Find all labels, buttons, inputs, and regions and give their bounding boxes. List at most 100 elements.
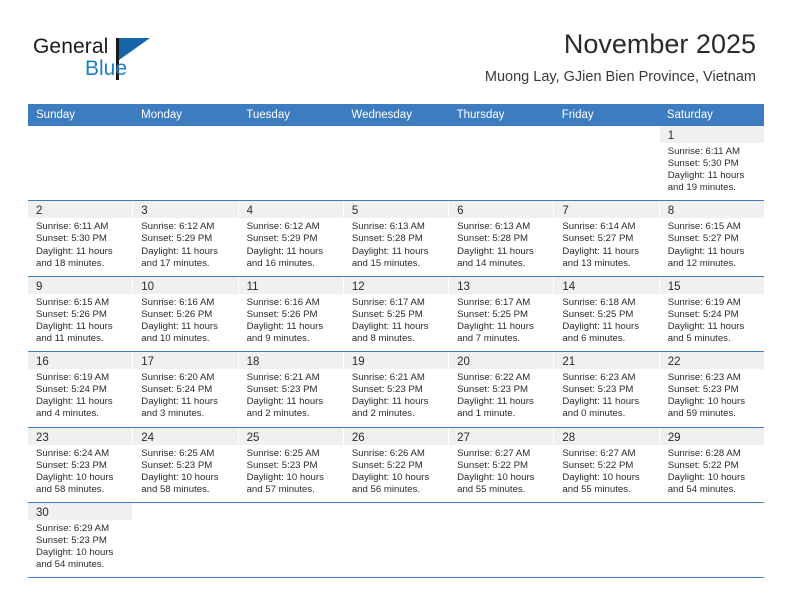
calendar-week-row: 2 Sunrise: 6:11 AM Sunset: 5:30 PM Daylight… — [28, 201, 764, 277]
day-cell-9[interactable]: 9 Sunrise: 6:15 AM Sunset: 5:26 PM Daylight… — [28, 276, 134, 352]
day-cell-18[interactable]: 18 Sunrise: 6:21 AM Sunset: 5:23 PM Dayligh… — [238, 352, 344, 427]
day-cell-empty — [660, 503, 764, 577]
day-cell-empty — [344, 502, 450, 578]
day-number-bar: 30 — [28, 502, 133, 520]
sunset-text: Sunset: 5:22 PM — [351, 459, 423, 471]
day-cell-7[interactable]: 7 Sunrise: 6:14 AM Sunset: 5:27 PM Daylight… — [554, 201, 660, 276]
day-cell-19[interactable]: 19 Sunrise: 6:21 AM Sunset: 5:23 PM Dayligh… — [343, 352, 450, 427]
daylight-text: Daylight: 10 hours — [36, 471, 114, 483]
day-number: 24 — [141, 431, 155, 444]
day-number: 20 — [457, 356, 470, 369]
day-number: 16 — [36, 356, 49, 369]
daylight-text-cont: and 12 minutes. — [667, 257, 736, 269]
day-cell-23[interactable]: 23 Sunrise: 6:24 AM Sunset: 5:23 PM Dayligh… — [28, 427, 134, 502]
daylight-text-cont: and 58 minutes. — [36, 483, 105, 495]
sunset-text: Sunset: 5:23 PM — [36, 534, 107, 546]
day-cell-11[interactable]: 11 Sunrise: 6:16 AM Sunset: 5:26 PM Dayligh… — [238, 276, 344, 352]
day-cell-10[interactable]: 10 Sunrise: 6:16 AM Sunset: 5:26 PM Dayligh… — [133, 276, 239, 352]
day-cell-empty — [449, 502, 555, 578]
day-number: 19 — [351, 356, 365, 369]
sunset-text: Sunset: 5:23 PM — [667, 384, 739, 396]
day-cell-26[interactable]: 26 Sunrise: 6:26 AM Sunset: 5:22 PM Dayligh… — [343, 427, 450, 502]
day-cell-2[interactable]: 2 Sunrise: 6:11 AM Sunset: 5:30 PM Daylight… — [28, 201, 134, 276]
day-details: Sunrise: 6:15 AM Sunset: 5:26 PM Daylight:… — [28, 294, 132, 351]
day-cell-17[interactable]: 17 Sunrise: 6:20 AM Sunset: 5:24 PM Dayligh… — [133, 352, 239, 427]
daylight-text: Daylight: 10 hours — [457, 471, 535, 483]
sunrise-text: Sunrise: 6:26 AM — [351, 447, 425, 459]
day-cell-14[interactable]: 14 Sunrise: 6:18 AM Sunset: 5:25 PM Dayligh… — [554, 276, 660, 352]
day-number-bar — [344, 503, 448, 520]
day-details: Sunrise: 6:20 AM Sunset: 5:24 PM Daylight:… — [133, 369, 237, 426]
day-number: 6 — [457, 205, 464, 218]
day-cell-12[interactable]: 12 Sunrise: 6:17 AM Sunset: 5:25 PM Dayligh… — [343, 276, 450, 352]
day-details: Sunrise: 6:16 AM Sunset: 5:26 PM Daylight:… — [133, 294, 237, 351]
sunset-text: Sunset: 5:30 PM — [36, 233, 107, 245]
day-number-bar: 2 — [28, 201, 133, 219]
day-details: Sunrise: 6:14 AM Sunset: 5:27 PM Daylight:… — [554, 218, 658, 275]
day-number-bar: 8 — [659, 201, 764, 219]
day-cell-16[interactable]: 16 Sunrise: 6:19 AM Sunset: 5:24 PM Dayligh… — [28, 352, 134, 427]
daylight-text: Daylight: 11 hours — [457, 320, 534, 332]
day-number-bar: 16 — [28, 352, 133, 370]
day-number-bar: 12 — [343, 276, 449, 294]
daylight-text-cont: and 0 minutes. — [562, 408, 626, 420]
sunset-text: Sunset: 5:28 PM — [351, 233, 423, 245]
day-number-bar: 22 — [659, 352, 764, 370]
day-number-bar — [239, 503, 343, 520]
day-cell-20[interactable]: 20 Sunrise: 6:22 AM Sunset: 5:23 PM Dayligh… — [449, 352, 555, 427]
day-cell-28[interactable]: 28 Sunrise: 6:27 AM Sunset: 5:22 PM Dayligh… — [554, 427, 660, 502]
day-details — [133, 143, 237, 152]
day-cell-24[interactable]: 24 Sunrise: 6:25 AM Sunset: 5:23 PM Dayligh… — [133, 427, 239, 502]
day-number-bar: 23 — [28, 427, 133, 445]
day-number-bar: 9 — [28, 276, 133, 294]
day-cell-21[interactable]: 21 Sunrise: 6:23 AM Sunset: 5:23 PM Dayligh… — [554, 352, 660, 427]
sunset-text: Sunset: 5:25 PM — [457, 308, 529, 320]
day-details: Sunrise: 6:12 AM Sunset: 5:29 PM Daylight:… — [133, 218, 237, 275]
daylight-text: Daylight: 10 hours — [562, 471, 640, 483]
day-cell-empty — [133, 502, 239, 578]
daylight-text: Daylight: 10 hours — [351, 471, 430, 483]
day-cell-3[interactable]: 3 Sunrise: 6:12 AM Sunset: 5:29 PM Daylight… — [133, 201, 239, 276]
day-number-bar: 1 — [659, 126, 764, 143]
day-details — [133, 520, 237, 529]
day-cell-22[interactable]: 22 Sunrise: 6:23 AM Sunset: 5:23 PM Dayligh… — [659, 352, 764, 426]
day-number-bar: 17 — [133, 352, 238, 370]
day-cell-25[interactable]: 25 Sunrise: 6:25 AM Sunset: 5:23 PM Dayligh… — [238, 427, 344, 502]
daylight-text-cont: and 3 minutes. — [141, 408, 205, 420]
day-cell-13[interactable]: 13 Sunrise: 6:17 AM Sunset: 5:25 PM Dayligh… — [449, 276, 555, 352]
day-cell-29[interactable]: 29 Sunrise: 6:28 AM Sunset: 5:22 PM Dayligh… — [659, 427, 764, 502]
daylight-text-cont: and 55 minutes. — [457, 483, 526, 495]
daylight-text: Daylight: 10 hours — [141, 471, 219, 483]
day-cell-15[interactable]: 15 Sunrise: 6:19 AM Sunset: 5:24 PM Dayligh… — [659, 276, 764, 351]
calendar-week-row: 23 Sunrise: 6:24 AM Sunset: 5:23 PM Dayligh… — [28, 427, 764, 503]
day-cell-4[interactable]: 4 Sunrise: 6:12 AM Sunset: 5:29 PM Daylight… — [238, 201, 344, 276]
day-number-bar: 21 — [554, 352, 659, 370]
day-number-bar: 18 — [238, 352, 343, 370]
day-cell-6[interactable]: 6 Sunrise: 6:13 AM Sunset: 5:28 PM Daylight… — [449, 201, 555, 276]
daylight-text: Daylight: 11 hours — [351, 245, 429, 257]
day-details: Sunrise: 6:27 AM Sunset: 5:22 PM Daylight:… — [554, 445, 658, 502]
sunrise-text: Sunrise: 6:13 AM — [457, 221, 531, 233]
day-details: Sunrise: 6:11 AM Sunset: 5:30 PM Daylight:… — [28, 218, 132, 275]
daylight-text-cont: and 11 minutes. — [36, 333, 104, 345]
daylight-text: Daylight: 10 hours — [667, 471, 746, 483]
daylight-text-cont: and 13 minutes. — [562, 257, 631, 269]
daylight-text-cont: and 58 minutes. — [141, 483, 210, 495]
day-number-bar — [660, 503, 764, 520]
day-cell-27[interactable]: 27 Sunrise: 6:27 AM Sunset: 5:22 PM Dayligh… — [449, 427, 555, 502]
day-details — [449, 520, 553, 529]
day-number-bar — [449, 503, 553, 520]
day-cell-30[interactable]: 30 Sunrise: 6:29 AM Sunset: 5:23 PM Dayligh… — [28, 502, 134, 578]
day-number-bar: 10 — [133, 276, 238, 294]
sunset-text: Sunset: 5:23 PM — [141, 459, 213, 471]
sunrise-text: Sunrise: 6:11 AM — [667, 146, 741, 157]
general-blue-logo: General Blue — [33, 36, 213, 92]
day-cell-1[interactable]: 1 Sunrise: 6:11 AM Sunset: 5:30 PM Daylight… — [659, 126, 764, 200]
day-cell-empty — [239, 502, 344, 578]
day-cell-empty — [449, 126, 555, 201]
day-details — [239, 520, 343, 529]
sunrise-text: Sunrise: 6:11 AM — [36, 221, 109, 233]
day-cell-5[interactable]: 5 Sunrise: 6:13 AM Sunset: 5:28 PM Daylight… — [343, 201, 450, 276]
day-details: Sunrise: 6:17 AM Sunset: 5:25 PM Daylight:… — [449, 294, 553, 351]
day-cell-8[interactable]: 8 Sunrise: 6:15 AM Sunset: 5:27 PM Daylight… — [659, 201, 764, 275]
